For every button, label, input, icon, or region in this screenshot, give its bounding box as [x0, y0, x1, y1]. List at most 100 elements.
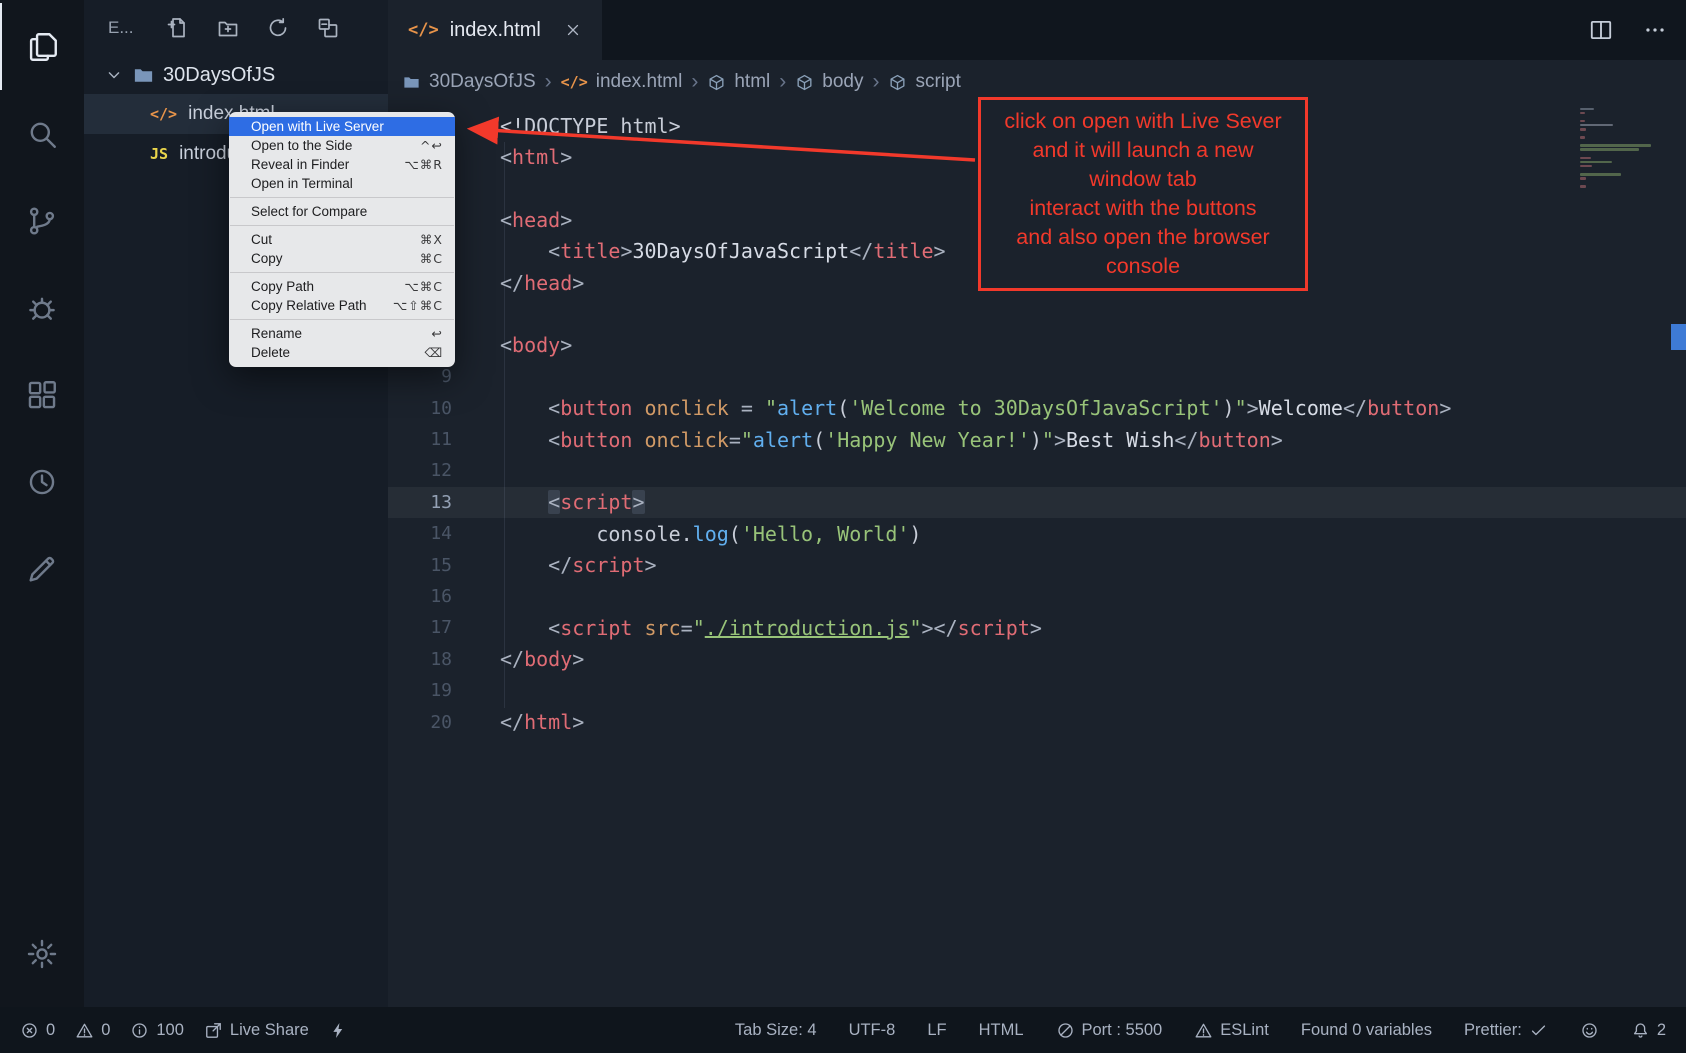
menu-item-cut[interactable]: Cut⌘X	[229, 230, 455, 249]
menu-item-reveal-in-finder[interactable]: Reveal in Finder⌥⌘R	[229, 155, 455, 174]
line-number: 19	[388, 680, 452, 701]
status-notifications[interactable]: 2	[1631, 1021, 1666, 1040]
activity-bar-item-explorer[interactable]	[0, 3, 84, 90]
line-number: 12	[388, 460, 452, 481]
code-token: "	[909, 616, 921, 640]
close-icon[interactable]	[564, 21, 582, 39]
breadcrumb-item-body[interactable]: body	[795, 71, 863, 93]
code-line-17[interactable]: 17 <script src="./introduction.js"></scr…	[388, 612, 1686, 643]
status-encoding[interactable]: UTF-8	[849, 1021, 896, 1040]
menu-item-open-in-terminal[interactable]: Open in Terminal	[229, 174, 455, 193]
code-line-7[interactable]: 7	[388, 298, 1686, 329]
code-token: head	[524, 271, 572, 295]
status-live-share[interactable]: Live Share	[204, 1021, 309, 1040]
status-variables[interactable]: Found 0 variables	[1301, 1021, 1432, 1040]
breadcrumb-item-index.html[interactable]: </>index.html	[561, 71, 683, 93]
code-token: >	[632, 490, 644, 514]
code-line-19[interactable]: 19	[388, 675, 1686, 706]
code-line-11[interactable]: 11 <button onclick="alert('Happy New Yea…	[388, 424, 1686, 455]
status-tab-size[interactable]: Tab Size: 4	[735, 1021, 817, 1040]
activity-bar-item-settings[interactable]	[0, 910, 84, 997]
menu-separator	[230, 225, 454, 226]
code-token: </	[548, 553, 572, 577]
activity-bar-item-debug[interactable]	[0, 264, 84, 351]
menu-item-open-to-the-side[interactable]: Open to the Side^↩	[229, 136, 455, 155]
status-language-mode[interactable]: HTML	[979, 1021, 1024, 1040]
activity-bar-item-extensions[interactable]	[0, 351, 84, 438]
code-token: >	[572, 271, 584, 295]
code-token: >	[560, 333, 572, 357]
code-token: >	[560, 145, 572, 169]
breadcrumb-label: script	[915, 71, 960, 93]
status-eslint[interactable]: ESLint	[1194, 1021, 1269, 1040]
code-line-16[interactable]: 16	[388, 581, 1686, 612]
menu-item-open-with-live-server[interactable]: Open with Live Server	[229, 117, 455, 136]
code-token: =	[681, 616, 693, 640]
status-label: HTML	[979, 1021, 1024, 1040]
status-go-live[interactable]	[329, 1021, 348, 1040]
warning-icon	[1194, 1021, 1213, 1040]
code-line-10[interactable]: 10 <button onclick = "alert('Welcome to …	[388, 393, 1686, 424]
breadcrumb-item-30DaysOfJS[interactable]: 30DaysOfJS	[402, 71, 536, 93]
activity-bar-item-search[interactable]	[0, 90, 84, 177]
status-feedback-smiley[interactable]	[1580, 1021, 1599, 1040]
status-eol[interactable]: LF	[927, 1021, 946, 1040]
code-token: 30DaysOfJavaScript	[632, 239, 849, 263]
code-token	[632, 616, 644, 640]
code-line-18[interactable]: 18</body>	[388, 644, 1686, 675]
code-token: =	[729, 396, 765, 420]
split-editor-icon[interactable]	[1588, 17, 1614, 43]
menu-separator	[230, 197, 454, 198]
code-line-9[interactable]: 9	[388, 361, 1686, 392]
code-token: </	[500, 271, 524, 295]
menu-item-copy-path[interactable]: Copy Path⌥⌘C	[229, 277, 455, 296]
menu-item-label: Select for Compare	[251, 204, 367, 219]
activity-bar-item-source-control[interactable]	[0, 177, 84, 264]
line-content: console.log('Hello, World')	[452, 522, 921, 546]
code-token: >	[572, 710, 584, 734]
code-token: script	[560, 616, 632, 640]
code-token	[500, 616, 548, 640]
menu-item-shortcut: ↩	[432, 326, 443, 341]
code-line-20[interactable]: 20</html>	[388, 706, 1686, 737]
menu-item-copy-relative-path[interactable]: Copy Relative Path⌥⇧⌘C	[229, 296, 455, 315]
new-folder-icon[interactable]	[216, 16, 240, 40]
code-line-14[interactable]: 14 console.log('Hello, World')	[388, 518, 1686, 549]
menu-item-copy[interactable]: Copy⌘C	[229, 249, 455, 268]
new-file-icon[interactable]	[166, 16, 190, 40]
status-warning-count[interactable]: 0	[75, 1021, 110, 1040]
collapse-icon[interactable]	[316, 16, 340, 40]
activity-bar-item-feedback[interactable]	[0, 525, 84, 612]
activity-bar-item-history[interactable]	[0, 438, 84, 525]
code-line-15[interactable]: 15 </script>	[388, 549, 1686, 580]
tree-root-folder[interactable]: 30DaysOfJS	[84, 56, 388, 94]
status-info-count[interactable]: 100	[130, 1021, 184, 1040]
status-error-count[interactable]: 0	[20, 1021, 55, 1040]
status-label: UTF-8	[849, 1021, 896, 1040]
menu-item-delete[interactable]: Delete⌫	[229, 343, 455, 362]
code-token: 'Happy New Year!'	[825, 428, 1030, 452]
refresh-icon[interactable]	[266, 16, 290, 40]
code-line-12[interactable]: 12	[388, 455, 1686, 486]
status-prettier[interactable]: Prettier:	[1464, 1021, 1548, 1040]
line-number: 18	[388, 649, 452, 670]
minimap[interactable]	[1580, 106, 1672, 189]
minimap-line	[1580, 124, 1613, 127]
breadcrumb-item-html[interactable]: html	[707, 71, 770, 93]
breadcrumb-label: index.html	[596, 71, 683, 93]
breadcrumb-item-script[interactable]: script	[888, 71, 960, 93]
more-actions-icon[interactable]	[1642, 17, 1668, 43]
code-line-8[interactable]: 8<body>	[388, 330, 1686, 361]
status-port[interactable]: Port : 5500	[1056, 1021, 1163, 1040]
menu-item-rename[interactable]: Rename↩	[229, 324, 455, 343]
code-token: body	[512, 333, 560, 357]
code-token: body	[524, 647, 572, 671]
code-token	[500, 490, 548, 514]
tab-index-html[interactable]: </> index.html	[388, 0, 602, 60]
annotation-line: and it will launch a new	[985, 136, 1301, 165]
line-content: <script>	[452, 490, 645, 514]
code-line-13[interactable]: 13 <script>	[388, 487, 1686, 518]
code-token: =	[729, 428, 741, 452]
menu-item-select-for-compare[interactable]: Select for Compare	[229, 202, 455, 221]
line-content: <button onclick="alert('Happy New Year!'…	[452, 428, 1283, 452]
